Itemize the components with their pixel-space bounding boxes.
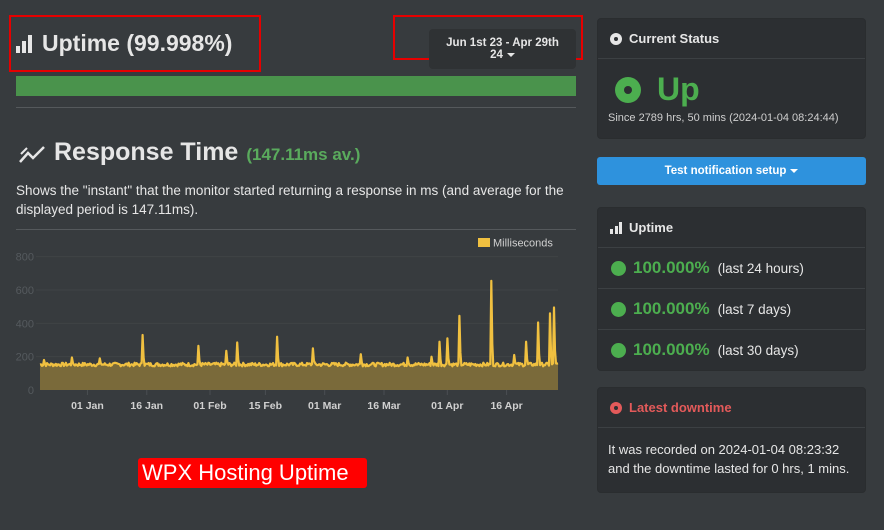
y-tick-label: 0 bbox=[28, 385, 34, 397]
test-notification-label: Test notification setup bbox=[664, 165, 787, 177]
uptime-percent: 100.000% bbox=[633, 340, 710, 359]
status-indicator: Up bbox=[608, 71, 855, 108]
date-range-dropdown[interactable]: Jun 1st 23 - Apr 29th 24 bbox=[429, 29, 576, 69]
bar-chart-icon bbox=[610, 221, 622, 234]
latest-downtime-text: It was recorded on 2024-01-04 08:23:32 a… bbox=[608, 442, 850, 476]
latest-downtime-title: Latest downtime bbox=[629, 400, 732, 415]
y-tick-label: 600 bbox=[16, 285, 34, 297]
certificate-icon bbox=[612, 302, 625, 316]
sidebar: Current Status Up Since 2789 hrs, 50 min… bbox=[597, 18, 866, 505]
response-time-heading: Response Time (147.11ms av.) bbox=[18, 138, 360, 167]
uptime-row: 100.000% (last 24 hours) bbox=[598, 248, 865, 288]
uptime-progress-bar bbox=[16, 76, 576, 96]
x-tick-label: 16 Mar bbox=[367, 400, 400, 412]
uptime-row: 100.000% (last 7 days) bbox=[598, 288, 865, 329]
current-status-panel: Current Status Up Since 2789 hrs, 50 min… bbox=[597, 18, 866, 139]
uptime-period: (last 30 days) bbox=[717, 342, 799, 358]
uptime-percent: 100.000% bbox=[633, 258, 710, 277]
status-since: Since 2789 hrs, 50 mins (2024-01-04 08:2… bbox=[608, 112, 839, 124]
caret-down-icon bbox=[506, 52, 515, 57]
series-area-milliseconds bbox=[40, 280, 558, 390]
legend-label: Milliseconds bbox=[493, 238, 553, 250]
current-status-title: Current Status bbox=[629, 31, 720, 46]
response-time-average: (147.11ms av.) bbox=[246, 145, 361, 164]
dot-circle-icon bbox=[610, 32, 622, 45]
uptime-period: (last 7 days) bbox=[717, 301, 792, 317]
response-time-title: Response Time bbox=[54, 138, 239, 166]
x-tick-label: 01 Feb bbox=[193, 400, 226, 412]
uptime-panel-title: Uptime bbox=[629, 220, 674, 235]
bar-chart-icon bbox=[16, 34, 32, 53]
uptime-row: 100.000% (last 30 days) bbox=[598, 329, 865, 370]
uptime-title-text: Uptime (99.998%) bbox=[42, 30, 233, 56]
current-status-body: Up Since 2789 hrs, 50 mins (2024-01-04 0… bbox=[598, 59, 865, 138]
line-chart-icon bbox=[19, 145, 45, 163]
uptime-panel: Uptime 100.000% (last 24 hours) 100.000%… bbox=[597, 207, 866, 371]
x-tick-label: 16 Jan bbox=[130, 400, 163, 412]
annotation-label: WPX Hosting Uptime bbox=[138, 458, 367, 488]
x-tick-label: 15 Feb bbox=[249, 400, 282, 412]
response-time-chart-svg: 0 200 400 600 800 01 Jan 16 Jan 01 Feb 15 Feb 01 … bbox=[16, 238, 559, 412]
uptime-heading: Uptime (99.998%) bbox=[16, 30, 232, 57]
x-tick-label: 01 Jan bbox=[71, 400, 104, 412]
y-tick-label: 200 bbox=[16, 352, 34, 364]
y-tick-label: 400 bbox=[16, 318, 34, 330]
uptime-panel-header: Uptime bbox=[598, 208, 865, 248]
dot-circle-icon bbox=[610, 401, 622, 414]
status-text: Up bbox=[657, 71, 700, 107]
test-notification-button[interactable]: Test notification setup bbox=[597, 157, 866, 185]
uptime-percent: 100.000% bbox=[633, 299, 710, 318]
caret-down-icon bbox=[790, 168, 799, 173]
main-column: Uptime (99.998%) Jun 1st 23 - Apr 29th 2… bbox=[9, 0, 583, 530]
latest-downtime-panel: Latest downtime It was recorded on 2024-… bbox=[597, 387, 866, 493]
x-tick-label: 16 Apr bbox=[490, 400, 522, 412]
y-tick-label: 800 bbox=[16, 252, 34, 264]
legend-swatch bbox=[478, 238, 490, 247]
response-time-chart: 0 200 400 600 800 01 Jan 16 Jan 01 Feb 15 Feb 01 … bbox=[16, 230, 576, 415]
certificate-icon bbox=[612, 261, 625, 275]
response-time-description: Shows the "instant" that the monitor sta… bbox=[16, 183, 564, 217]
current-status-header: Current Status bbox=[598, 19, 865, 59]
x-tick-label: 01 Apr bbox=[431, 400, 463, 412]
x-tick-label: 01 Mar bbox=[308, 400, 341, 412]
uptime-period: (last 24 hours) bbox=[717, 260, 804, 276]
latest-downtime-header: Latest downtime bbox=[598, 388, 865, 428]
divider bbox=[16, 107, 576, 108]
uptime-list: 100.000% (last 24 hours) 100.000% (last … bbox=[598, 248, 865, 370]
date-range-label: Jun 1st 23 - Apr 29th 24 bbox=[446, 37, 559, 61]
certificate-icon bbox=[612, 343, 625, 357]
status-up-icon bbox=[615, 76, 641, 103]
